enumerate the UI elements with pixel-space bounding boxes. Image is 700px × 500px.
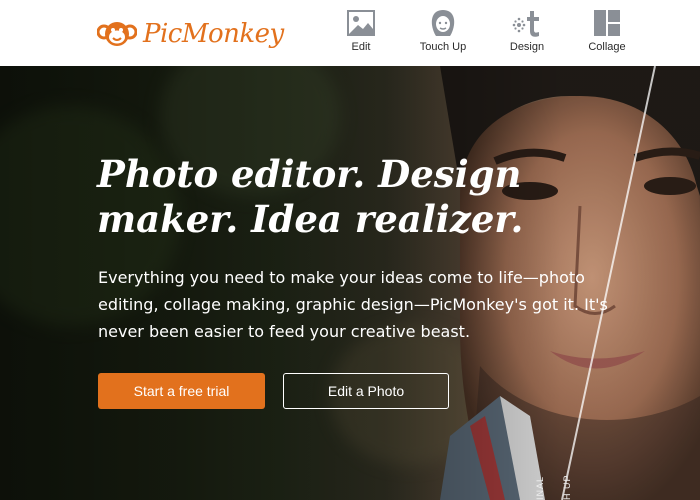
top-navigation-bar: PicMonkey Edit Touch Up Design Collage: [0, 0, 700, 66]
nav-design[interactable]: Design: [487, 8, 567, 53]
nav-label-touch-up: Touch Up: [419, 41, 467, 53]
side-tag-original: INAL: [535, 475, 545, 500]
monkey-logo-icon: [97, 22, 137, 46]
hero-banner: INAL H UP Photo editor. Design maker. Id…: [0, 66, 700, 500]
brand-name: PicMonkey: [143, 19, 284, 49]
nav-touch-up[interactable]: Touch Up: [403, 8, 483, 53]
nav-label-edit: Edit: [351, 41, 371, 53]
side-tag-touch-up: H UP: [562, 474, 572, 500]
nav-edit[interactable]: Edit: [321, 8, 401, 53]
hero-headline: Photo editor. Design maker. Idea realize…: [97, 152, 567, 242]
design-icon: [512, 11, 539, 37]
edit-a-photo-button[interactable]: Edit a Photo: [283, 373, 449, 409]
collage-grid-icon: [594, 10, 620, 36]
headline-line-1: Photo editor. Design: [97, 152, 522, 196]
nav-label-collage: Collage: [588, 41, 626, 53]
touch-up-face-icon: [431, 10, 455, 36]
nav-collage[interactable]: Collage: [567, 8, 647, 53]
start-free-trial-button[interactable]: Start a free trial: [98, 373, 265, 409]
nav-label-design: Design: [509, 41, 545, 53]
hero-subtext: Everything you need to make your ideas c…: [98, 268, 608, 341]
edit-photo-icon: [347, 10, 375, 36]
brand-logo[interactable]: PicMonkey: [97, 14, 284, 54]
headline-line-2: maker. Idea realizer.: [97, 197, 524, 241]
